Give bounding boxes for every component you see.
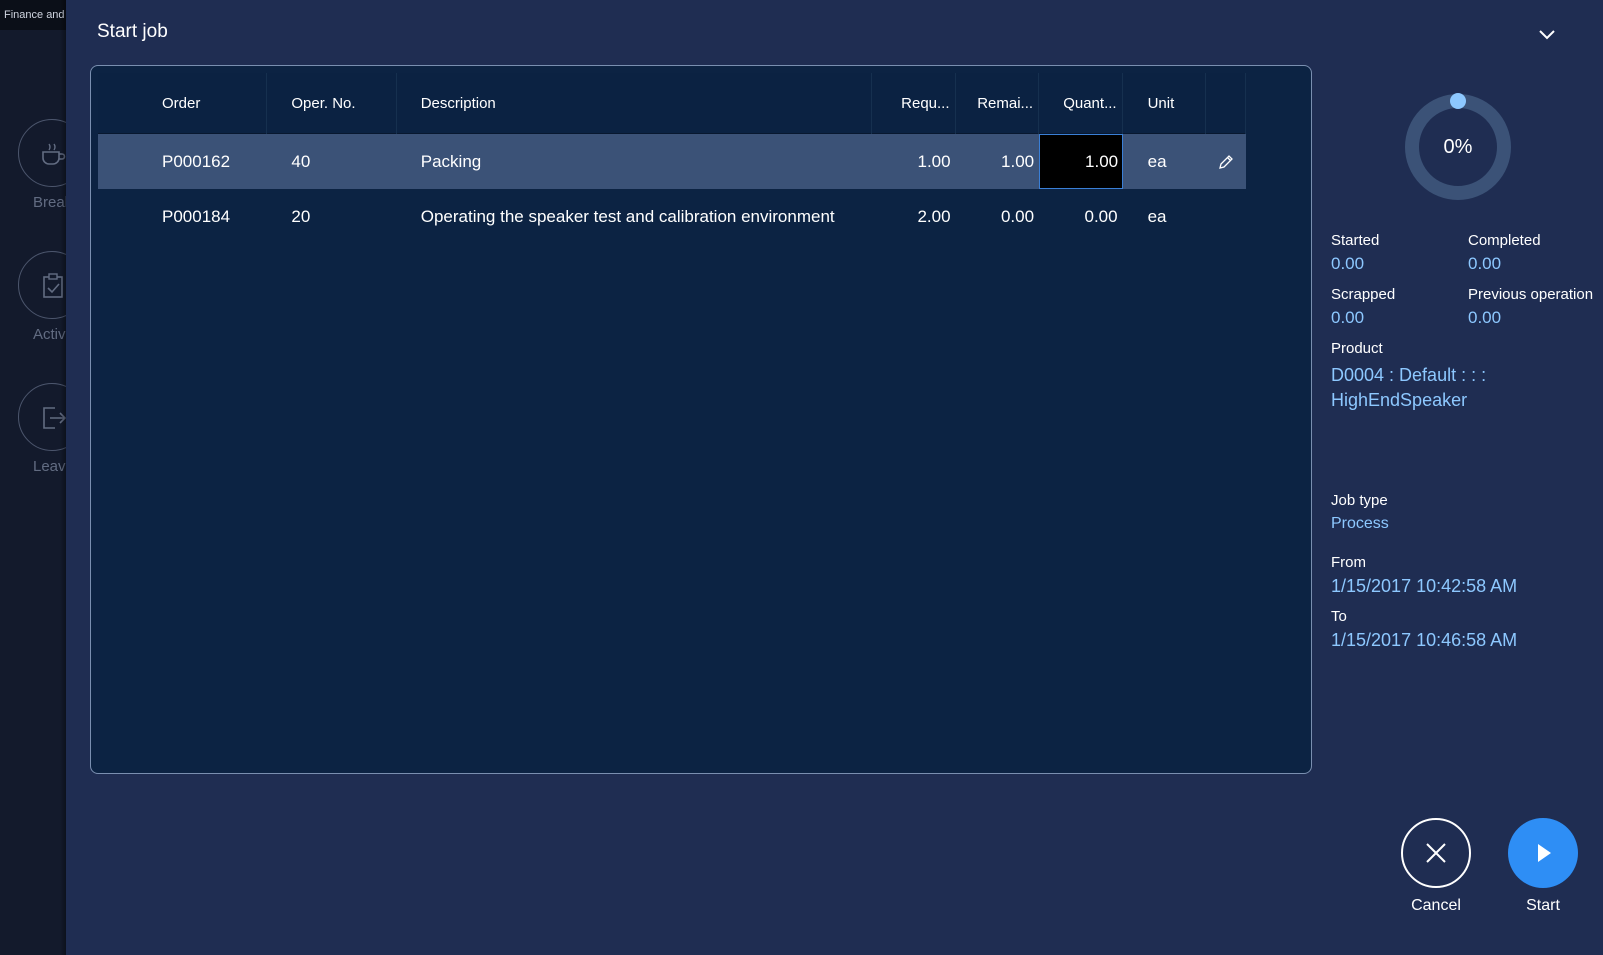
- scrapped-value: 0.00: [1331, 308, 1365, 327]
- dialog-title: Start job: [97, 21, 168, 42]
- oper-no-cell: 40: [291, 151, 311, 171]
- quantity-cell: [1039, 134, 1123, 189]
- quantity-input[interactable]: [1039, 134, 1123, 189]
- column-header-unit[interactable]: Unit: [1123, 73, 1207, 134]
- previous-operation-value: 0.00: [1468, 308, 1502, 327]
- to-label: To: [1331, 608, 1347, 625]
- column-header-required[interactable]: Requ...: [872, 73, 956, 134]
- previous-operation-label: Previous operation: [1468, 286, 1594, 303]
- column-header-remaining[interactable]: Remai...: [956, 73, 1040, 134]
- close-icon: [1426, 843, 1446, 863]
- progress-percent-label: 0%: [1443, 136, 1473, 158]
- table-row[interactable]: P000162 40 Packing 1.00 1.00 ea: [98, 134, 1246, 189]
- oper-no-cell: 20: [291, 206, 311, 226]
- order-cell: P000184: [162, 206, 231, 226]
- start-label: Start: [1526, 897, 1560, 914]
- unit-cell: ea: [1147, 151, 1167, 171]
- activities-button[interactable]: [18, 251, 66, 319]
- required-cell: 1.00: [917, 151, 951, 171]
- progress-ring: 0%: [1403, 92, 1513, 202]
- start-button[interactable]: [1508, 818, 1578, 888]
- job-grid: Order Oper. No. Description Requ... Rema…: [98, 73, 1246, 244]
- table-row[interactable]: P000184 20 Operating the speaker test an…: [98, 189, 1246, 244]
- completed-label: Completed: [1468, 232, 1541, 249]
- column-header-description[interactable]: Description: [397, 73, 872, 134]
- column-header-quantity[interactable]: Quant...: [1039, 73, 1123, 134]
- dialog-edge-shadow: [60, 0, 66, 955]
- description-cell: Operating the speaker test and calibrati…: [420, 206, 835, 226]
- job-type-value: Process: [1331, 515, 1389, 532]
- chevron-down-icon[interactable]: [1538, 28, 1556, 40]
- from-value: 1/15/2017 10:42:58 AM: [1331, 576, 1518, 596]
- required-cell: 2.00: [917, 206, 951, 226]
- from-label: From: [1331, 554, 1366, 571]
- completed-value: 0.00: [1468, 254, 1502, 273]
- column-header-order[interactable]: Order: [98, 73, 268, 134]
- product-value-line1: D0004 : Default : : :: [1331, 365, 1487, 385]
- product-label: Product: [1331, 340, 1383, 357]
- unit-cell: ea: [1147, 206, 1167, 226]
- app-title: Finance and: [0, 0, 66, 30]
- job-type-label: Job type: [1331, 492, 1388, 509]
- started-value: 0.00: [1331, 254, 1365, 273]
- remaining-cell: 0.00: [1000, 206, 1035, 226]
- column-header-edit: [1206, 73, 1246, 134]
- pencil-icon[interactable]: [1206, 134, 1246, 189]
- order-cell: P000162: [162, 151, 231, 171]
- description-cell: Packing: [420, 151, 482, 171]
- grid-header: Order Oper. No. Description Requ... Rema…: [98, 73, 1246, 134]
- job-grid-panel: Order Oper. No. Description Requ... Rema…: [90, 65, 1312, 774]
- cancel-button[interactable]: [1401, 818, 1471, 888]
- scrapped-label: Scrapped: [1331, 286, 1396, 303]
- product-value-line2: HighEndSpeaker: [1331, 390, 1468, 410]
- cancel-label: Cancel: [1411, 897, 1461, 914]
- quantity-cell: 0.00: [1084, 206, 1118, 226]
- leaving-button[interactable]: [18, 383, 66, 451]
- remaining-cell: 1.00: [1001, 151, 1035, 171]
- break-button[interactable]: [18, 119, 66, 187]
- column-header-oper-no[interactable]: Oper. No.: [267, 73, 397, 134]
- background-app-strip: Finance and Break Activities Leaving: [0, 0, 66, 955]
- started-label: Started: [1331, 232, 1380, 249]
- play-icon: [1538, 844, 1551, 862]
- to-value: 1/15/2017 10:46:58 AM: [1331, 630, 1518, 650]
